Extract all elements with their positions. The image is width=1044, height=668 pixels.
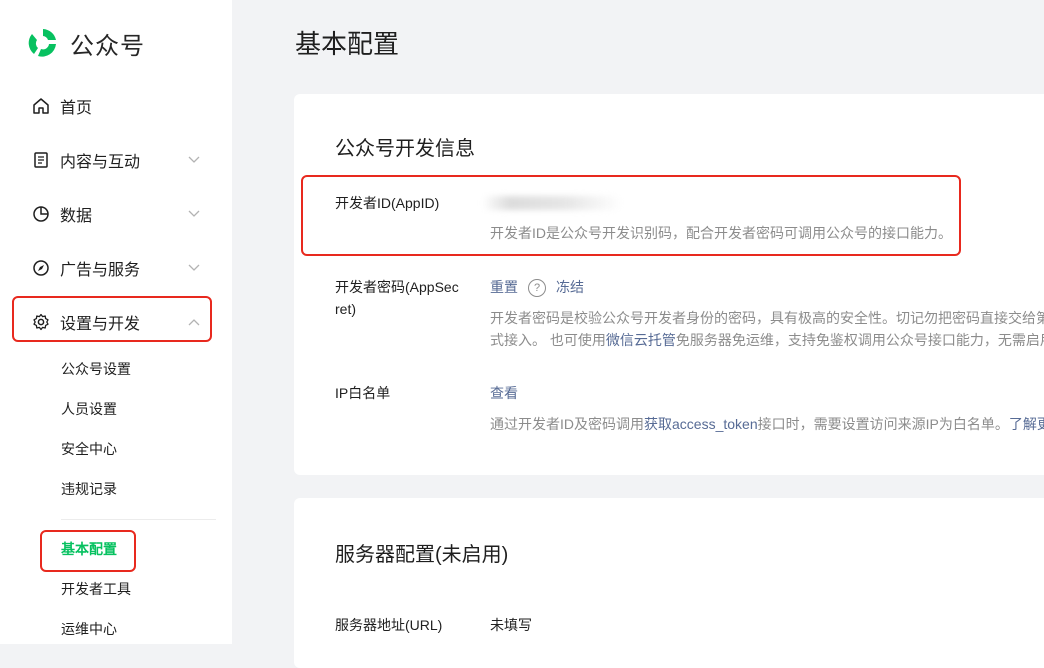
sidebar: 公众号 首页 内容与互动 数据 广告与服务 设置与开发 公众号设置 人员设置 安… [0,0,232,644]
wechat-logo-icon [27,27,59,59]
appid-description: 开发者ID是公众号开发识别码，配合开发者密码可调用公众号的接口能力。 [490,225,952,241]
view-ip-whitelist-link[interactable]: 查看 [490,382,518,404]
server-config-card: 服务器配置(未启用) 服务器地址(URL) 未填写 [294,498,1044,668]
section-title: 服务器配置(未启用) [335,544,509,566]
sidebar-item-label: 设置与开发 [60,316,141,333]
sidebar-item-settings-dev[interactable]: 设置与开发 [32,308,200,336]
freeze-secret-link[interactable]: 冻结 [556,279,584,295]
appsecret-label-line1: 开发者密码(AppSec [335,279,459,295]
desc-text: 接口时，需要设置访问来源IP为白名单。 [757,416,1009,432]
desc-text: 式接入。 也可使用 [490,332,606,348]
reset-secret-link[interactable]: 重置 [490,279,518,295]
appid-label: 开发者ID(AppID) [335,195,440,211]
server-url-label: 服务器地址(URL) [335,617,443,633]
dev-info-card: 公众号开发信息 开发者ID(AppID) 开发者ID是公众号开发识别码，配合开发… [294,94,1044,475]
ip-whitelist-label: IP白名单 [335,385,391,401]
appsecret-description-line1: 开发者密码是校验公众号开发者身份的密码，具有极高的安全性。切记勿把密码直接交给第 [490,310,1044,326]
desc-text: 通过开发者ID及密码调用 [490,416,644,432]
wechat-cloudhosting-link[interactable]: 微信云托管 [606,332,676,348]
appid-value-redacted [482,196,622,210]
sidebar-item-content[interactable]: 内容与互动 [32,146,200,174]
logo-text: 公众号 [70,32,145,60]
home-icon [32,97,50,115]
section-title: 公众号开发信息 [335,138,475,160]
learn-more-link[interactable]: 了解更 [1009,416,1044,432]
sidebar-item-label: 数据 [60,208,93,225]
sidebar-sub-developer-tools[interactable]: 开发者工具 [61,579,131,599]
ip-whitelist-description: 通过开发者ID及密码调用获取access_token接口时，需要设置访问来源IP… [490,413,1044,435]
chevron-down-icon [188,210,200,217]
chevron-down-icon [188,156,200,163]
appsecret-description-line2: 式接入。 也可使用微信云托管免服务器免运维，支持免鉴权调用公众号接口能力，无需启… [490,329,1044,351]
sidebar-sub-security-center[interactable]: 安全中心 [61,439,117,459]
sidebar-sub-ops-center[interactable]: 运维中心 [61,619,117,639]
sidebar-sub-staff-settings[interactable]: 人员设置 [61,399,117,419]
chevron-up-icon [188,319,200,326]
sidebar-item-data[interactable]: 数据 [32,200,200,228]
sidebar-item-label: 内容与互动 [60,154,141,171]
access-token-link[interactable]: 获取access_token [644,416,758,432]
gear-icon [32,313,50,331]
sidebar-item-label: 广告与服务 [60,262,141,279]
sidebar-item-home[interactable]: 首页 [32,92,200,120]
sidebar-sub-violation-records[interactable]: 违规记录 [61,479,117,499]
sidebar-item-ads-services[interactable]: 广告与服务 [32,254,200,282]
page-title: 基本配置 [295,29,400,59]
sidebar-item-label: 首页 [60,100,93,117]
appsecret-label: 开发者密码(AppSec ret) [335,276,459,320]
logo[interactable]: 公众号 [26,26,145,60]
chevron-down-icon [188,264,200,271]
compass-icon [32,259,50,277]
pie-chart-icon [32,205,50,223]
help-icon[interactable]: ? [528,279,546,298]
document-icon [32,151,50,169]
divider [61,519,216,520]
appsecret-actions: 重置? 冻结 [490,276,584,298]
sidebar-sub-basic-config[interactable]: 基本配置 [61,539,117,559]
server-url-value: 未填写 [490,617,532,633]
desc-text: 免服务器免运维，支持免鉴权调用公众号接口能力，无需启用 [675,332,1044,348]
sidebar-sub-account-settings[interactable]: 公众号设置 [61,359,131,379]
appsecret-label-line2: ret) [335,301,356,317]
view-link-text[interactable]: 查看 [490,385,518,401]
